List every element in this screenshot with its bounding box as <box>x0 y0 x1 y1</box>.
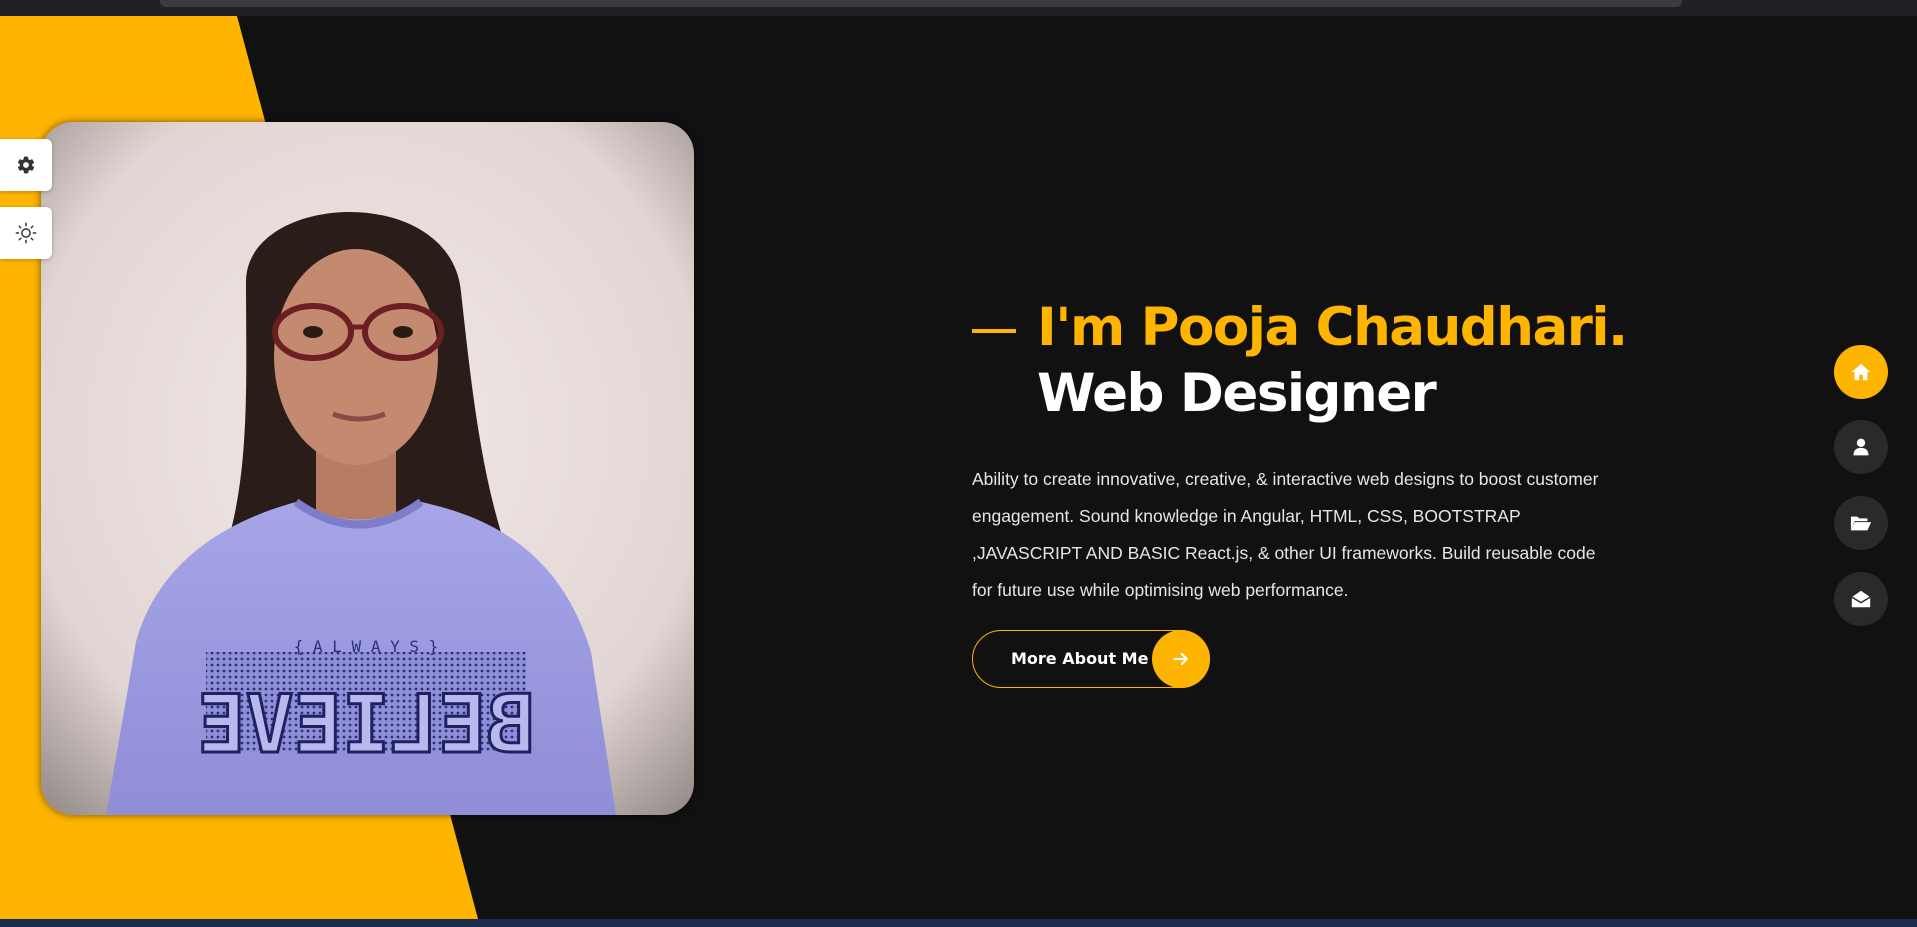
hero-content: I'm Pooja Chaudhari. Web Designer Abilit… <box>972 296 1628 688</box>
taskbar-edge <box>0 919 1917 927</box>
cta-label: More About Me <box>1011 649 1149 668</box>
hero-role: Web Designer <box>1037 363 1437 424</box>
gear-icon <box>17 156 35 174</box>
theme-toggle-button[interactable] <box>0 207 52 259</box>
nav-portfolio[interactable] <box>1834 496 1888 550</box>
home-icon <box>1851 363 1871 381</box>
hero-description: Ability to create innovative, creative, … <box>972 468 1599 600</box>
settings-button[interactable] <box>0 139 52 191</box>
nav-home[interactable] <box>1834 345 1888 399</box>
profile-photo: { A L W A Y S } BELIEVE <box>41 122 694 815</box>
folder-open-icon <box>1850 516 1872 531</box>
hero-title: I'm Pooja Chaudhari. Web Designer <box>972 296 1628 424</box>
title-accent-line <box>972 329 1016 333</box>
browser-top-strip <box>0 0 1917 16</box>
more-about-me-button[interactable]: More About Me <box>972 630 1210 688</box>
user-icon <box>1853 438 1869 456</box>
home-section: { A L W A Y S } BELIEVE I'm Pooja Chaudh… <box>0 16 1917 919</box>
hero-name: I'm Pooja Chaudhari. <box>1037 297 1628 358</box>
horizontal-scrollbar[interactable] <box>160 0 1682 7</box>
shirt-main-text: BELIEVE <box>197 678 534 771</box>
sun-icon <box>15 222 37 244</box>
shirt-small-text: { A L W A Y S } <box>294 637 439 656</box>
arrow-right-icon <box>1152 630 1210 688</box>
nav-contact[interactable] <box>1834 572 1888 626</box>
envelope-open-icon <box>1851 590 1871 608</box>
nav-about[interactable] <box>1834 420 1888 474</box>
